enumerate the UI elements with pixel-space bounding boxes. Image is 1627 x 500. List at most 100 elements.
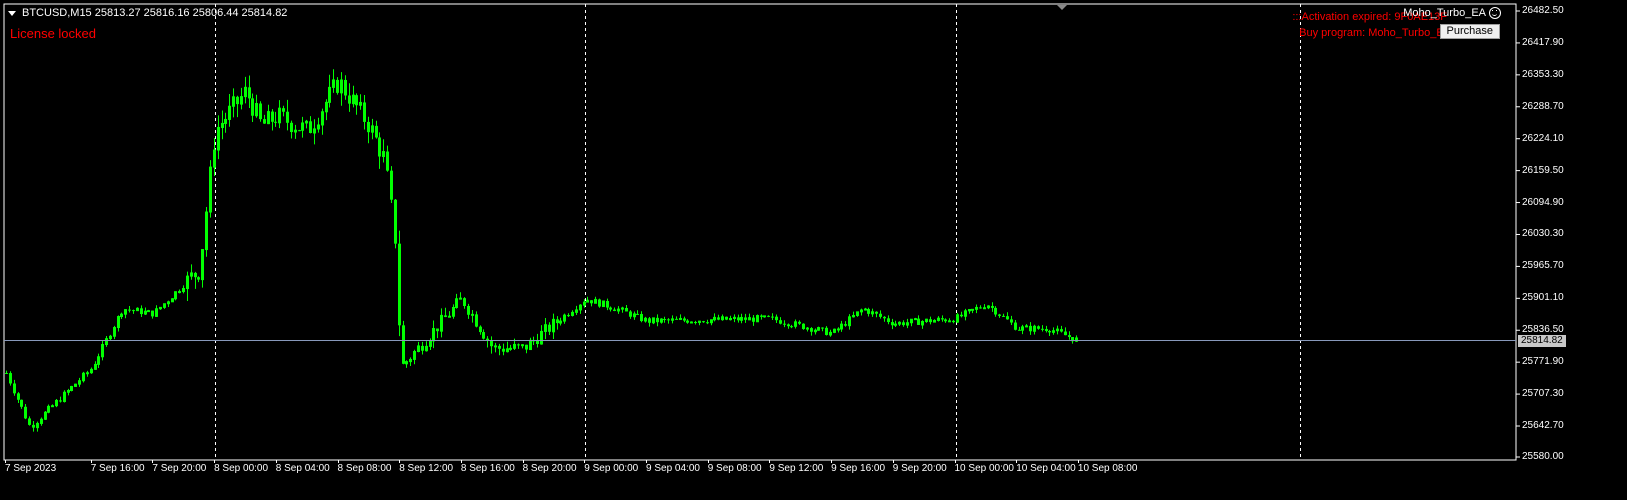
candle-body [806,327,809,330]
candle-body [944,319,947,322]
price-axis-label: 25771.90 [1522,356,1564,368]
candle-body [606,301,609,308]
time-axis-label: 7 Sep 20:00 [152,463,207,474]
candle-body [864,308,867,311]
purchase-button[interactable]: Purchase [1439,24,1500,39]
candle-body [779,320,782,324]
price-axis-label: 26094.90 [1522,196,1564,208]
candle-body [663,319,666,321]
candle-body [128,309,131,311]
candle-body [771,316,774,318]
price-axis-label: 26417.90 [1522,36,1564,48]
price-axis-label: 25965.70 [1522,260,1564,272]
candle-body [24,406,27,419]
candle-body [1029,325,1032,332]
dropdown-triangle-icon[interactable] [8,10,16,16]
candle-body [259,103,262,120]
candle-body [1002,315,1005,317]
candle-body [744,317,747,320]
candle-body [1025,325,1028,328]
candle-body [821,327,824,329]
time-axis-label: 9 Sep 20:00 [892,463,947,474]
candle-body [879,313,882,317]
candle-body [1014,322,1017,330]
candle-body [494,345,497,348]
price-axis-label: 25580.00 [1522,451,1564,462]
candle-body [825,327,828,335]
candle-body [640,314,643,322]
candle-body [810,328,813,332]
time-axis-label: 9 Sep 00:00 [584,463,639,474]
candle-body [309,121,312,133]
candle-body [737,317,740,321]
candle-body [548,324,551,332]
candle-body [298,130,301,132]
candle-body [448,315,451,318]
time-axis-label: 7 Sep 2023 [5,463,57,474]
candle-body [355,95,358,106]
candle-body [344,79,347,96]
candle-body [197,277,200,280]
candle-body [132,310,135,312]
candle-body [363,102,366,122]
candle-body [9,373,12,384]
candle-body [1064,331,1067,336]
candle-body [948,320,951,323]
candle-body [994,307,997,315]
candle-body [883,316,886,319]
time-axis-label: 9 Sep 08:00 [707,463,762,474]
candle-body [1037,326,1040,329]
price-axis-label: 26159.50 [1522,164,1564,176]
candle-body [902,322,905,326]
candle-body [509,347,512,350]
candle-body [502,348,505,352]
candle-body [251,98,254,116]
candle-body [13,383,16,394]
candle-body [667,319,670,321]
candle-body [929,319,932,323]
candle-body [1048,331,1051,333]
candle-body [952,320,955,323]
candle-body [402,325,405,364]
candle-body [971,308,974,311]
candle-body [86,372,89,375]
time-axis-label: 8 Sep 16:00 [460,463,515,474]
candle-body [236,96,239,105]
chart-area[interactable] [0,0,1627,500]
time-axis-label: 8 Sep 04:00 [275,463,330,474]
expert-advisor-name: Moho_Turbo_EA [1403,7,1486,19]
expert-advisor-label[interactable]: Moho_Turbo_EA [1403,7,1501,19]
candle-body [609,307,612,310]
candle-body [998,314,1001,316]
smiley-icon[interactable] [1489,7,1501,19]
candle-body [752,317,755,322]
candle-body [263,119,266,124]
candle-body [421,345,424,351]
candle-body [367,121,370,133]
candle-body [875,311,878,314]
candle-body [1006,316,1009,320]
candle-body [471,313,474,316]
candle-body [398,243,401,326]
chart-shift-marker-icon[interactable] [1057,5,1067,10]
time-axis-label: 9 Sep 16:00 [831,463,886,474]
candle-body [482,332,485,339]
current-price-tag: 25814.82 [1518,335,1566,347]
candlestick-chart[interactable] [0,0,1627,500]
time-axis-label: 8 Sep 12:00 [399,463,454,474]
candle-body [787,324,790,327]
candle-body [290,122,293,133]
license-locked-label: License locked [10,26,96,41]
candle-body [941,318,944,320]
time-axis-label: 9 Sep 04:00 [646,463,700,474]
price-axis-label: 25901.10 [1522,292,1564,304]
candle-body [1010,319,1013,323]
candle-body [59,400,62,402]
candle-body [271,111,274,122]
time-axis-label: 8 Sep 08:00 [337,463,392,474]
chart-frame-border [3,3,1517,461]
price-axis-label: 26288.70 [1522,100,1564,112]
candle-body [479,326,482,333]
candle-body [917,318,920,325]
price-axis-label: 26030.30 [1522,228,1564,240]
